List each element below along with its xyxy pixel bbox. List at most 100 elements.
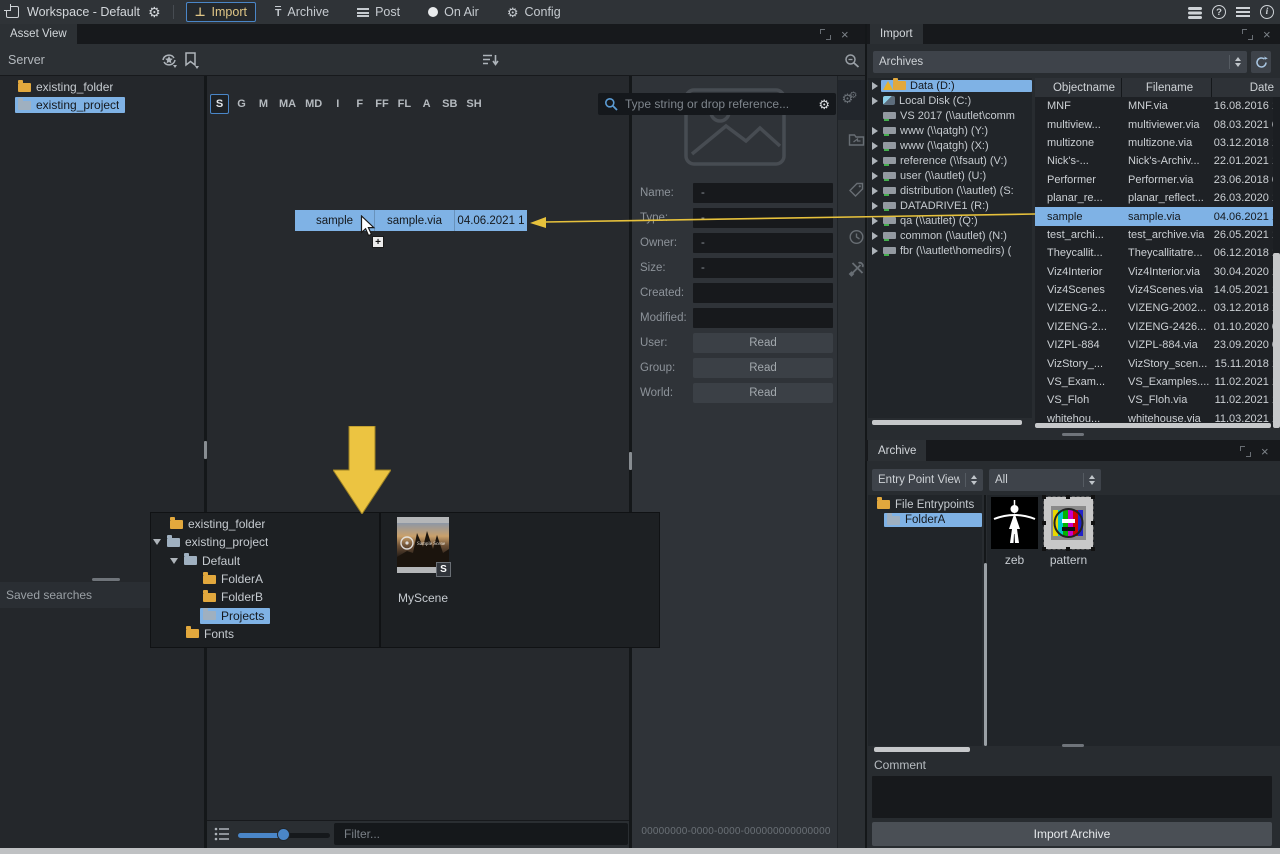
table-row[interactable]: VS_FlohVS_Floh.via11.02.2021 1 (1035, 391, 1280, 409)
table-row[interactable]: VIZENG-2...VIZENG-2002...03.12.2018 1 (1035, 299, 1280, 317)
slider-thumb[interactable] (277, 828, 290, 841)
caret-icon[interactable] (153, 539, 161, 545)
search-input[interactable] (623, 96, 813, 112)
table-row[interactable]: VS_Exam...VS_Examples....11.02.2021 1 (1035, 373, 1280, 391)
archive-item-pattern[interactable]: pattern (1044, 497, 1093, 549)
caret-icon[interactable] (872, 217, 878, 225)
table-row[interactable]: multiview...multiviewer.via08.03.2021 0 (1035, 115, 1280, 133)
search-settings-gear-icon[interactable]: ⚙ (818, 98, 830, 111)
table-row[interactable]: VIZENG-2...VIZENG-2426...01.10.2020 0 (1035, 318, 1280, 336)
tree-item[interactable]: FolderA (868, 513, 982, 529)
permission-button[interactable]: Read (693, 383, 833, 403)
refresh-button[interactable] (1251, 51, 1271, 73)
property-value[interactable] (693, 283, 833, 303)
type-filter-SB[interactable]: SB (439, 94, 460, 114)
caret-icon[interactable] (872, 202, 878, 210)
info-icon[interactable]: i (1260, 5, 1274, 19)
property-value[interactable]: - (693, 258, 833, 278)
scene-thumbnail[interactable]: Sample Scene S (397, 517, 449, 579)
filter-input[interactable] (342, 826, 620, 842)
drive-item[interactable]: common (\\autlet) (N:) (868, 228, 1032, 243)
table-row[interactable]: VIZPL-884VIZPL-884.via23.09.2020 0 (1035, 336, 1280, 354)
caret-icon[interactable] (872, 127, 878, 135)
drive-item[interactable]: reference (\\fsaut) (V:) (868, 153, 1032, 168)
table-row[interactable]: Viz4ScenesViz4Scenes.via14.05.2021 1 (1035, 281, 1280, 299)
table-row[interactable]: Viz4InteriorViz4Interior.via30.04.2020 1 (1035, 263, 1280, 281)
type-filter-A[interactable]: A (417, 94, 436, 114)
drive-item[interactable]: VS 2017 (\\autlet\comm (868, 108, 1032, 123)
caret-icon[interactable] (872, 142, 878, 150)
import-archive-button[interactable]: Import Archive (872, 822, 1272, 846)
property-value[interactable] (693, 308, 833, 328)
tree-item[interactable]: existing_folder (151, 515, 377, 533)
type-filter-F[interactable]: F (350, 94, 369, 114)
column-header-filename[interactable]: Filename (1122, 78, 1212, 97)
horizontal-scrollbar[interactable] (874, 747, 970, 752)
caret-icon[interactable] (872, 247, 878, 255)
column-header-date[interactable]: Date (1212, 78, 1278, 97)
tree-item[interactable]: FolderB (151, 588, 377, 606)
entry-filter-dropdown[interactable]: All (989, 469, 1101, 491)
table-row[interactable]: test_archi...test_archive.via26.05.2021 … (1035, 226, 1280, 244)
tree-item[interactable]: FolderA (151, 570, 377, 588)
workspace-label[interactable]: Workspace - Default (27, 5, 140, 19)
type-filter-I[interactable]: I (328, 94, 347, 114)
tree-item[interactable]: existing_folder (0, 78, 204, 96)
caret-icon[interactable] (872, 82, 878, 90)
splitter-handle[interactable] (1062, 433, 1084, 436)
type-filter-G[interactable]: G (232, 94, 251, 114)
tab-asset-view[interactable]: Asset View (0, 24, 77, 44)
caret-icon[interactable] (872, 232, 878, 240)
advanced-search-icon[interactable] (844, 53, 860, 69)
table-row[interactable]: samplesample.via04.06.2021 1 (1035, 207, 1280, 225)
sync-star-icon[interactable] (160, 52, 178, 69)
drive-item[interactable]: user (\\autlet) (U:) (868, 168, 1032, 183)
close-panel-icon[interactable]: × (1263, 28, 1271, 41)
drive-item[interactable]: qa (\\autlet) (Q:) (868, 213, 1032, 228)
type-filter-M[interactable]: M (254, 94, 273, 114)
expand-panel-icon[interactable] (1240, 446, 1251, 457)
scrollbar-thumb[interactable] (1273, 253, 1280, 428)
table-row[interactable]: Theycallit...Theycallitatre...06.12.2018… (1035, 244, 1280, 262)
drive-item[interactable]: DATADRIVE1 (R:) (868, 198, 1032, 213)
database-icon[interactable] (1188, 7, 1202, 10)
caret-icon[interactable] (872, 157, 878, 165)
drive-item[interactable]: www (\\qatgh) (X:) (868, 138, 1032, 153)
tree-item[interactable]: existing_project (0, 96, 204, 114)
view-mode-icon[interactable] (214, 826, 230, 842)
property-value[interactable]: - (693, 233, 833, 253)
expand-panel-icon[interactable] (1242, 29, 1253, 40)
table-row[interactable]: planar_re...planar_reflect...26.03.2020 … (1035, 189, 1280, 207)
comment-textarea[interactable] (872, 776, 1272, 818)
tree-item[interactable]: Projects (151, 606, 377, 624)
type-filter-MA[interactable]: MA (276, 94, 299, 114)
caret-icon[interactable] (872, 187, 878, 195)
bookmark-icon[interactable] (184, 52, 200, 69)
horizontal-scrollbar[interactable] (1035, 423, 1271, 428)
menu-post[interactable]: Post (348, 2, 409, 22)
table-row[interactable]: VizStory_...VizStory_scen...15.11.2018 1 (1035, 354, 1280, 372)
type-filter-FF[interactable]: FF (372, 94, 391, 114)
drive-item[interactable]: Local Disk (C:) (868, 93, 1032, 108)
vertical-scrollbar[interactable] (1273, 97, 1280, 428)
archives-dropdown[interactable]: Archives (873, 51, 1247, 73)
caret-icon[interactable] (170, 558, 178, 564)
menu-import[interactable]: ⊥Import (186, 2, 256, 22)
drive-item[interactable]: www (\\qatgh) (Y:) (868, 123, 1032, 138)
entry-point-view-dropdown[interactable]: Entry Point View (872, 469, 983, 491)
type-filter-MD[interactable]: MD (302, 94, 325, 114)
dragged-asset-row[interactable]: sample sample.via 04.06.2021 1 (295, 210, 527, 231)
property-value[interactable]: - (693, 183, 833, 203)
table-row[interactable]: MNFMNF.via16.08.2016 1 (1035, 97, 1280, 115)
menu-lines-icon[interactable] (1236, 7, 1250, 10)
close-panel-icon[interactable]: × (841, 28, 849, 41)
caret-icon[interactable] (872, 172, 878, 180)
property-value[interactable]: - (693, 208, 833, 228)
type-filter-FL[interactable]: FL (395, 94, 414, 114)
gears-icon[interactable]: ⚙⚙ (838, 91, 865, 107)
tree-item[interactable]: existing_project (151, 533, 377, 551)
tab-archive[interactable]: Archive (868, 440, 926, 461)
table-row[interactable]: PerformerPerformer.via23.06.2018 0 (1035, 171, 1280, 189)
column-header-objectname[interactable]: Objectname (1035, 78, 1122, 97)
caret-icon[interactable] (872, 97, 878, 105)
